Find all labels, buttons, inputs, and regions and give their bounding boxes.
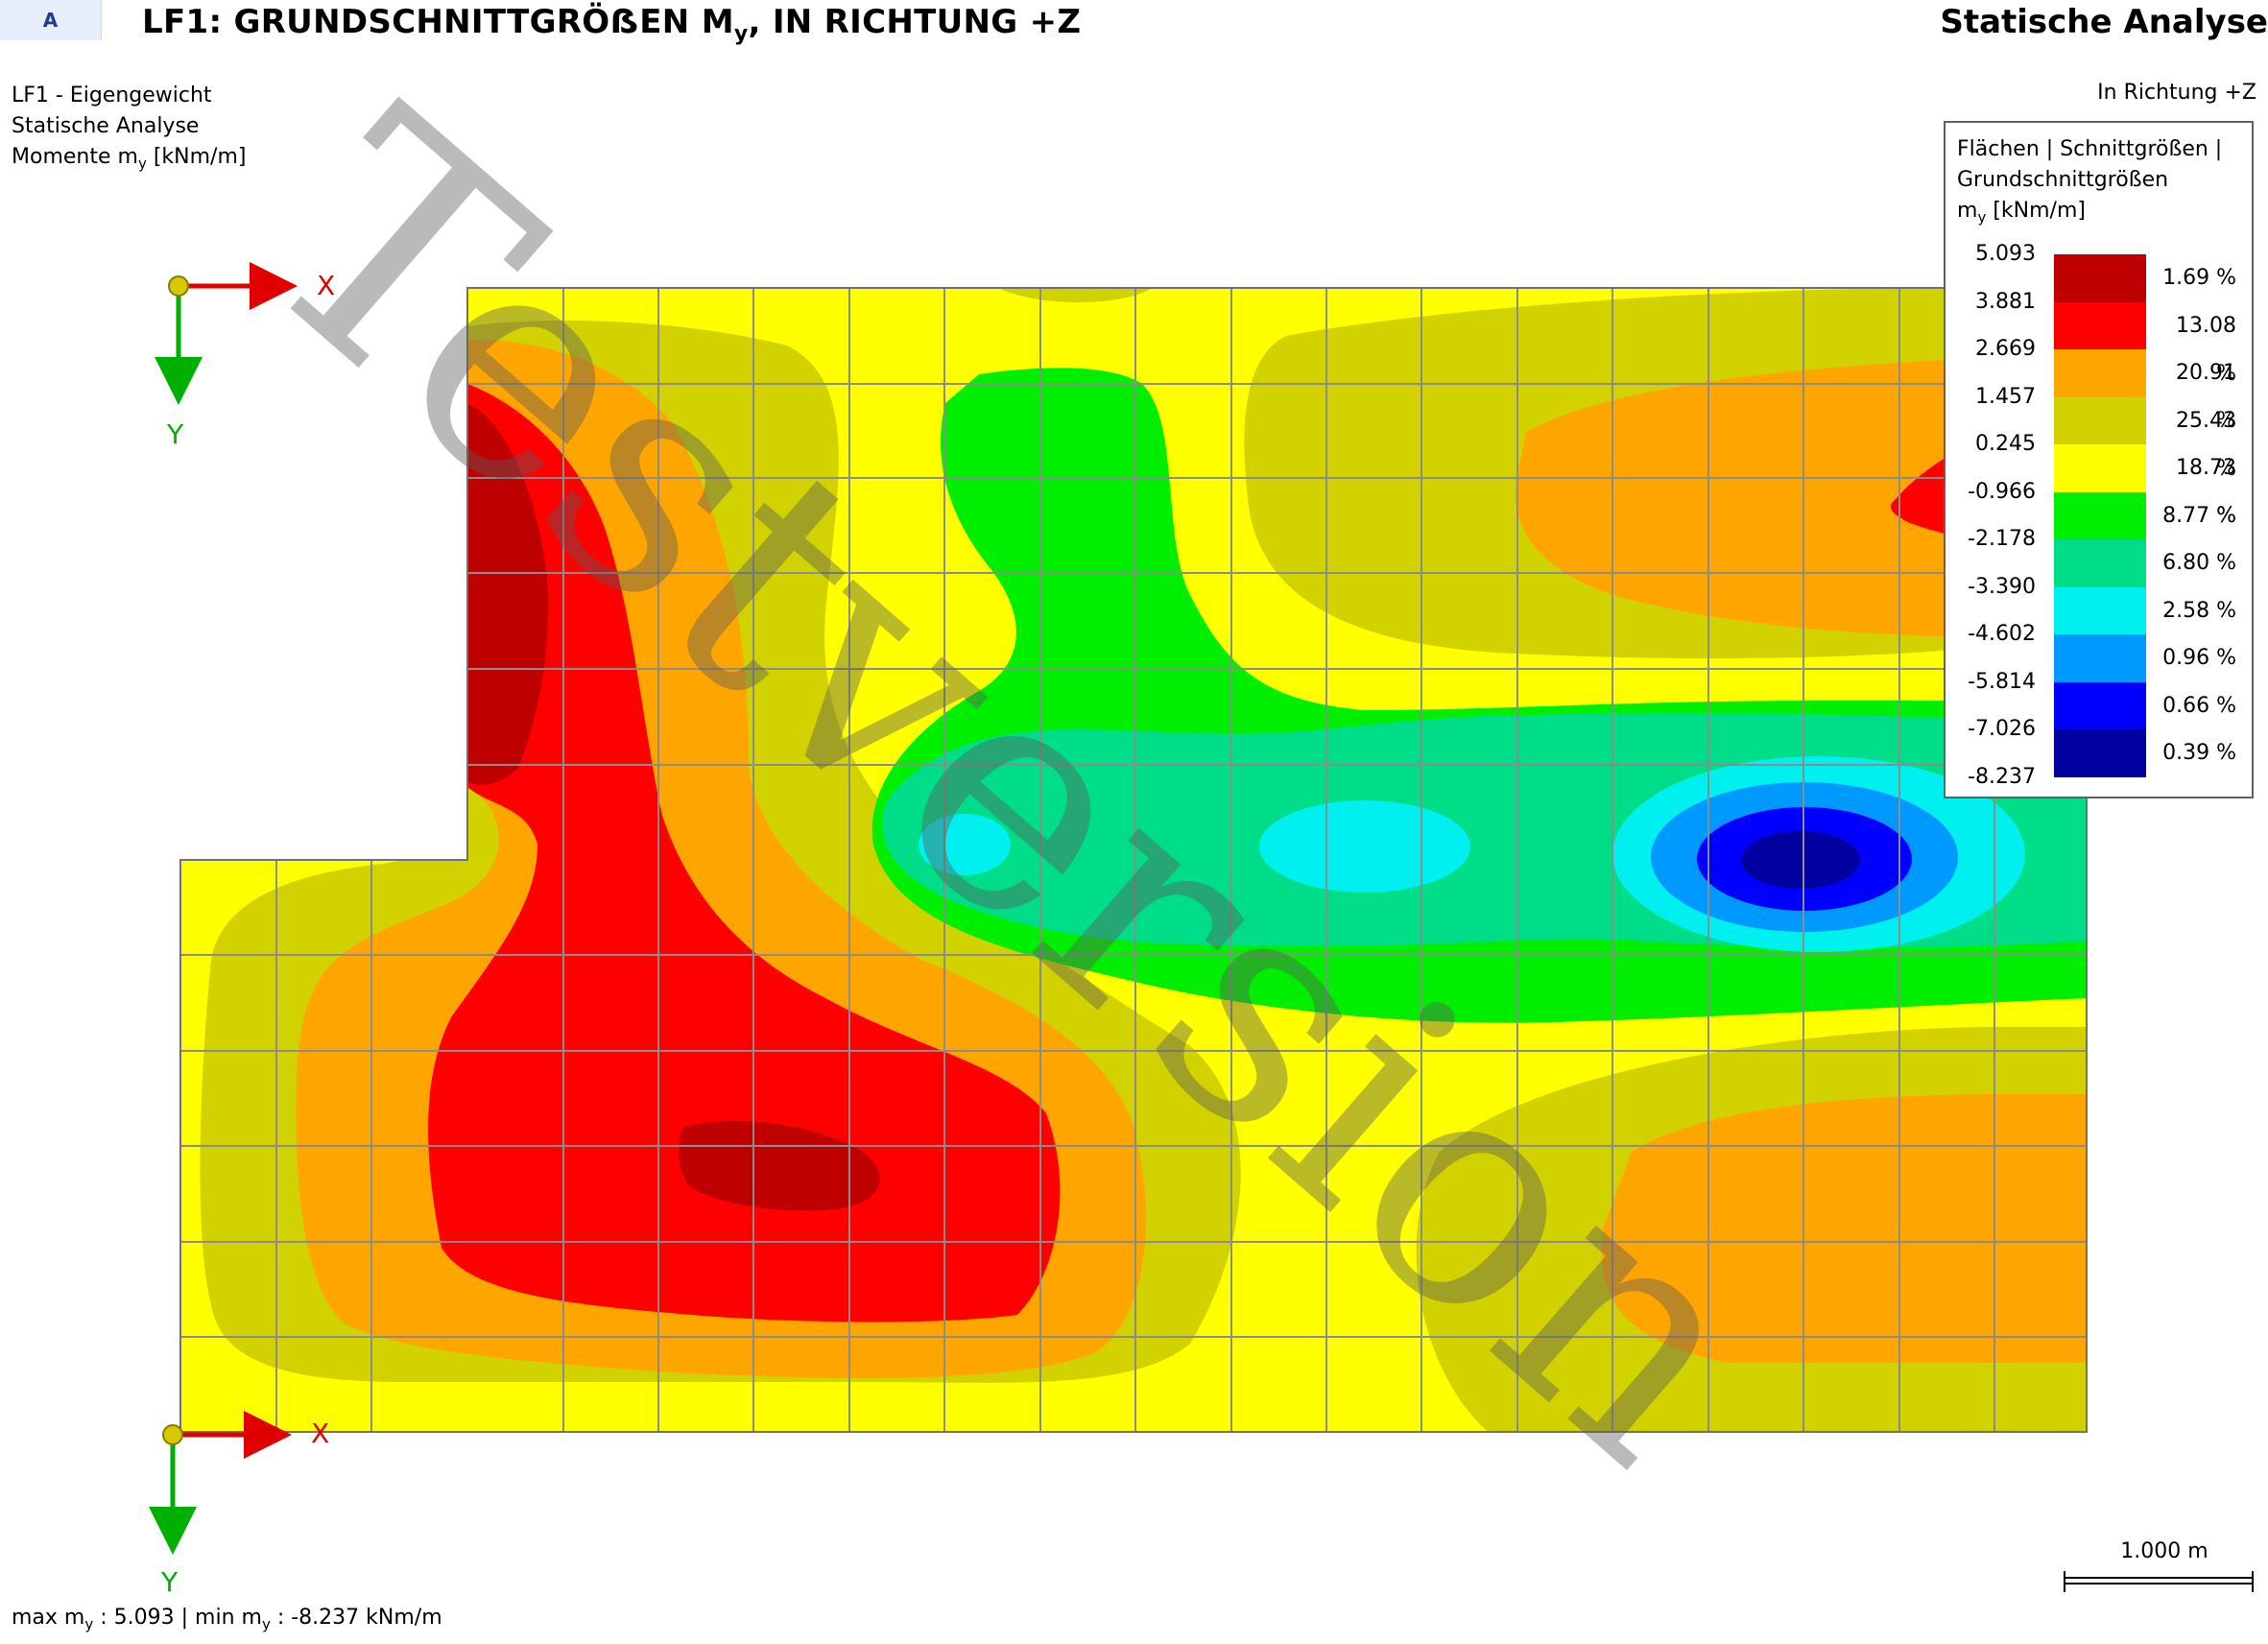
scale-label: 1.000 m — [2120, 1539, 2208, 1563]
legend-percent: 18.73 % — [2176, 456, 2236, 528]
legend-swatch — [2054, 396, 2146, 445]
x-axis-label: X — [311, 1418, 329, 1449]
legend-tick-value: -8.237 — [1968, 764, 2036, 789]
min-value: : -8.237 kNm/m — [270, 1606, 442, 1630]
y-axis-label: Y — [160, 1566, 179, 1598]
legend-tick-value: 3.881 — [1975, 289, 2036, 314]
legend-title: Flächen | Schnittgrößen | Grundschnittgr… — [1957, 134, 2222, 232]
legend-tick-value: 0.245 — [1975, 432, 2036, 456]
legend-title-line1: Flächen | Schnittgrößen | — [1957, 137, 2223, 161]
y-axis-label: Y — [166, 418, 184, 450]
scale-bar — [2064, 1571, 2254, 1594]
legend-percent: 0.66 % — [2162, 693, 2236, 718]
legend-swatch — [2054, 491, 2146, 540]
legend-swatch — [2054, 539, 2146, 587]
extremes-summary: max my : 5.093 | min my : -8.237 kNm/m — [12, 1606, 442, 1632]
legend-unit-prefix: m — [1957, 199, 1978, 223]
legend-percent: 6.80 % — [2162, 551, 2236, 575]
legend-percent: 1.69 % — [2162, 266, 2236, 290]
legend-percent: 25.43 % — [2176, 408, 2236, 481]
max-prefix: max m — [12, 1606, 85, 1630]
legend-tick-value: -2.178 — [1968, 527, 2036, 551]
legend-percent: 20.91 % — [2176, 361, 2236, 433]
band-darkblue — [1741, 831, 1860, 889]
legend-title-line2: Grundschnittgrößen — [1957, 168, 2169, 192]
legend-percent: 0.39 % — [2162, 741, 2236, 765]
legend-percent: 8.77 % — [2162, 503, 2236, 528]
color-legend: Flächen | Schnittgrößen | Grundschnittgr… — [1944, 121, 2254, 798]
max-value: : 5.093 | min m — [93, 1606, 262, 1630]
legend-tick-value: 2.669 — [1975, 337, 2036, 361]
origin-point — [162, 1424, 183, 1445]
legend-unit: my [kNm/m] — [1957, 196, 2222, 232]
coordinate-axes-bottom: X Y — [149, 1411, 329, 1598]
legend-tick-value: -5.814 — [1968, 669, 2036, 694]
max-subscript: y — [84, 1615, 94, 1633]
legend-swatch — [2054, 681, 2146, 730]
legend-unit-subscript: y — [1977, 208, 1987, 226]
legend-percent: 2.58 % — [2162, 598, 2236, 623]
legend-tick-value: -7.026 — [1968, 717, 2036, 741]
legend-tick-value: 1.457 — [1975, 384, 2036, 409]
legend-tick-value: -3.390 — [1968, 574, 2036, 599]
legend-tick-value: 5.093 — [1975, 242, 2036, 266]
legend-swatch — [2054, 634, 2146, 682]
legend-swatch — [2054, 586, 2146, 635]
legend-swatch — [2054, 729, 2146, 777]
legend-swatch — [2054, 301, 2146, 350]
legend-percent: 0.96 % — [2162, 646, 2236, 670]
contour-plot: X Y X Y Testversion — [149, 47, 2088, 1598]
min-subscript: y — [261, 1615, 271, 1633]
legend-tick-value: -0.966 — [1968, 479, 2036, 504]
legend-unit-suffix: [kNm/m] — [1986, 199, 2086, 223]
legend-percent: 13.08 % — [2176, 313, 2236, 386]
legend-tick-value: -4.602 — [1968, 622, 2036, 646]
origin-point — [168, 275, 189, 297]
legend-swatch — [2054, 254, 2146, 302]
legend-swatch — [2054, 444, 2146, 492]
legend-swatch — [2054, 349, 2146, 397]
